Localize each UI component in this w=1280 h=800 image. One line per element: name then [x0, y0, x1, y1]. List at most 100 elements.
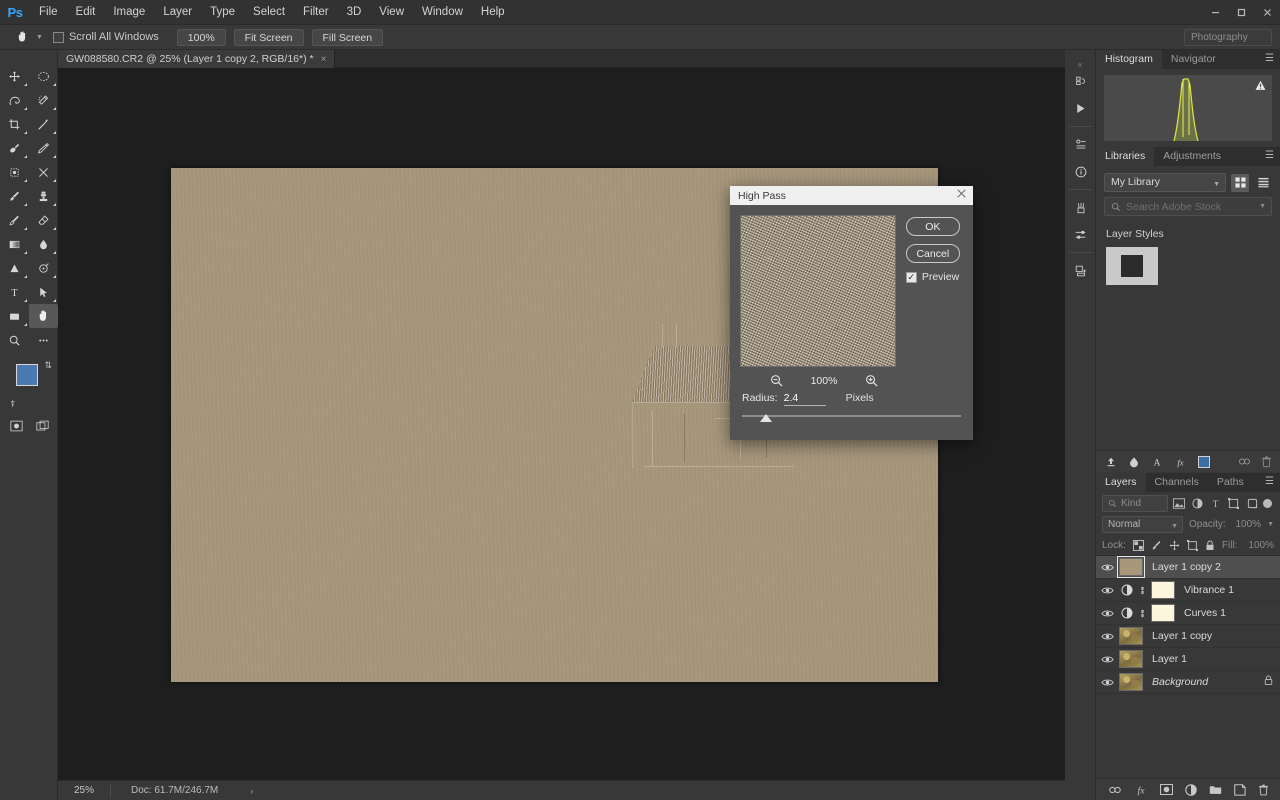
- content-aware-move-tool[interactable]: [0, 160, 29, 184]
- menu-help[interactable]: Help: [472, 0, 514, 25]
- filter-adjustment-icon[interactable]: [1190, 495, 1204, 511]
- tab-histogram[interactable]: Histogram: [1096, 50, 1162, 69]
- fit-screen-button[interactable]: Fit Screen: [233, 28, 304, 46]
- layer-thumbnail[interactable]: [1119, 673, 1143, 691]
- layer-mask-thumbnail[interactable]: [1151, 604, 1175, 622]
- add-color-icon[interactable]: [1128, 456, 1140, 468]
- add-layer-style-icon[interactable]: fx: [1174, 456, 1187, 468]
- table-row[interactable]: Layer 1: [1096, 648, 1280, 671]
- layer-visibility-icon[interactable]: [1098, 655, 1116, 664]
- sync-icon[interactable]: [1238, 456, 1251, 468]
- layer-name[interactable]: Vibrance 1: [1178, 584, 1280, 596]
- layer-visibility-icon[interactable]: [1098, 678, 1116, 687]
- add-text-style-icon[interactable]: A: [1151, 456, 1163, 468]
- menu-filter[interactable]: Filter: [294, 0, 338, 25]
- minimize-button[interactable]: [1202, 0, 1228, 25]
- tab-channels[interactable]: Channels: [1146, 473, 1208, 492]
- workspace-selector[interactable]: Photography: [1184, 29, 1272, 46]
- new-layer-icon[interactable]: [1233, 783, 1246, 796]
- delete-icon[interactable]: [1261, 456, 1272, 468]
- menu-window[interactable]: Window: [413, 0, 472, 25]
- layer-filter-kind-select[interactable]: Kind: [1102, 494, 1168, 512]
- radius-input[interactable]: 2.4: [783, 392, 826, 406]
- menu-image[interactable]: Image: [104, 0, 154, 25]
- scroll-all-windows-option[interactable]: Scroll All Windows: [52, 31, 159, 43]
- chevron-down-icon[interactable]: ▼: [1259, 203, 1266, 210]
- layer-visibility-icon[interactable]: [1098, 632, 1116, 641]
- fill-screen-button[interactable]: Fill Screen: [311, 28, 384, 46]
- magic-wand-tool[interactable]: [29, 88, 58, 112]
- adjustment-layer-icon[interactable]: [1119, 584, 1134, 596]
- layer-visibility-icon[interactable]: [1098, 563, 1116, 572]
- grid-view-icon[interactable]: [1231, 173, 1249, 192]
- opacity-value[interactable]: 100%: [1232, 519, 1261, 530]
- chevron-down-icon[interactable]: ▼: [1267, 521, 1274, 528]
- edit-toolbar-icon[interactable]: [29, 328, 58, 352]
- lock-all-icon[interactable]: [1205, 540, 1215, 551]
- layer-visibility-icon[interactable]: [1098, 609, 1116, 618]
- new-group-icon[interactable]: [1209, 784, 1222, 795]
- layer-filter-toggle[interactable]: [1263, 498, 1272, 508]
- table-row[interactable]: Background: [1096, 671, 1280, 694]
- brush-settings-icon[interactable]: [1065, 221, 1096, 248]
- red-eye-tool[interactable]: [29, 160, 58, 184]
- move-tool[interactable]: [0, 64, 29, 88]
- properties-icon[interactable]: [1065, 131, 1096, 158]
- add-graphic-icon[interactable]: [1105, 456, 1117, 468]
- layer-thumbnail[interactable]: [1117, 556, 1145, 578]
- panel-menu-icon[interactable]: ☰: [1265, 151, 1274, 161]
- filter-pixel-icon[interactable]: [1172, 495, 1186, 511]
- chevron-down-icon[interactable]: ▼: [1171, 521, 1178, 533]
- lock-artboard-icon[interactable]: [1186, 539, 1198, 551]
- menu-file[interactable]: File: [30, 0, 67, 25]
- adjustment-layer-icon[interactable]: [1119, 607, 1134, 619]
- document-tab[interactable]: GW088580.CR2 @ 25% (Layer 1 copy 2, RGB/…: [58, 50, 336, 68]
- history-icon[interactable]: [1065, 68, 1096, 95]
- zoom-100-button[interactable]: 100%: [176, 28, 226, 46]
- table-row[interactable]: Layer 1 copy 2: [1096, 556, 1280, 579]
- patch-tool[interactable]: [29, 136, 58, 160]
- ok-button[interactable]: OK: [905, 217, 960, 236]
- status-expand-icon[interactable]: ›: [218, 786, 253, 796]
- layer-mask-thumbnail[interactable]: [1151, 581, 1175, 599]
- filter-type-icon[interactable]: T: [1208, 495, 1222, 511]
- gradient-tool[interactable]: [0, 232, 29, 256]
- layer-name[interactable]: Curves 1: [1178, 607, 1280, 619]
- layer-style-icon[interactable]: fx: [1134, 784, 1148, 796]
- actions-play-icon[interactable]: [1065, 95, 1096, 122]
- list-view-icon[interactable]: [1254, 174, 1272, 192]
- tab-libraries[interactable]: Libraries: [1096, 147, 1155, 166]
- fill-value[interactable]: 100%: [1244, 540, 1274, 551]
- menu-select[interactable]: Select: [244, 0, 294, 25]
- swap-colors-icon[interactable]: ⇅: [44, 360, 52, 371]
- add-layer-mask-icon[interactable]: [1159, 784, 1173, 795]
- filter-shape-icon[interactable]: [1227, 495, 1241, 511]
- path-selection-tool[interactable]: [29, 280, 58, 304]
- layer-thumbnail[interactable]: [1119, 627, 1143, 645]
- blur-tool[interactable]: [29, 232, 58, 256]
- blend-mode-select[interactable]: Normal ▼: [1102, 516, 1184, 533]
- tab-paths[interactable]: Paths: [1208, 473, 1253, 492]
- scroll-all-windows-checkbox[interactable]: [52, 31, 64, 43]
- clone-stamp-tool[interactable]: [29, 184, 58, 208]
- zoom-tool[interactable]: [0, 328, 29, 352]
- layer-visibility-icon[interactable]: [1098, 586, 1116, 595]
- screen-mode-icon[interactable]: [33, 418, 51, 434]
- preview-checkbox[interactable]: ✓: [905, 271, 917, 283]
- stock-search-field[interactable]: Search Adobe Stock ▼: [1104, 197, 1272, 216]
- tab-navigator[interactable]: Navigator: [1162, 50, 1225, 69]
- layer-name[interactable]: Layer 1 copy: [1146, 630, 1280, 642]
- radius-slider-thumb[interactable]: [760, 414, 772, 422]
- rectangle-tool[interactable]: [0, 304, 29, 328]
- table-row[interactable]: Vibrance 1: [1096, 579, 1280, 602]
- crop-tool[interactable]: [0, 112, 29, 136]
- brush-presets-icon[interactable]: [1065, 194, 1096, 221]
- radius-slider[interactable]: [742, 414, 961, 422]
- tab-adjustments[interactable]: Adjustments: [1154, 147, 1230, 166]
- menu-layer[interactable]: Layer: [154, 0, 201, 25]
- layer-thumbnail[interactable]: [1119, 650, 1143, 668]
- menu-type[interactable]: Type: [201, 0, 244, 25]
- dodge-tool[interactable]: [0, 256, 29, 280]
- history-brush-tool[interactable]: [0, 208, 29, 232]
- preview-checkbox-row[interactable]: ✓ Preview: [905, 271, 963, 283]
